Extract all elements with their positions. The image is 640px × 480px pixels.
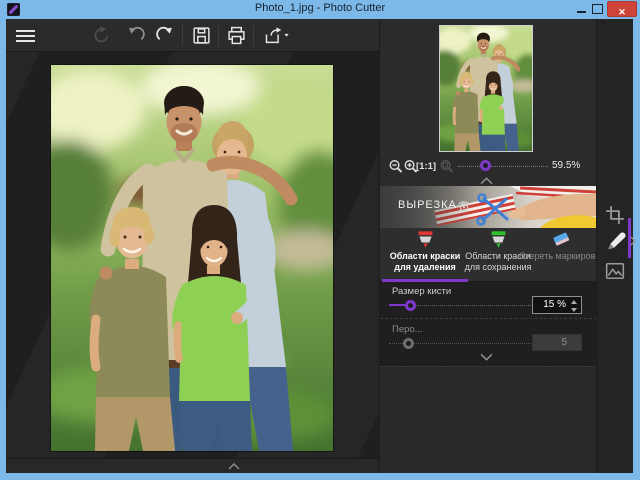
zoom-slider-handle[interactable] xyxy=(480,160,491,171)
undo-button[interactable] xyxy=(127,26,146,45)
section-title: ВЫРЕЗКА xyxy=(398,199,457,211)
save-icon xyxy=(193,27,210,44)
feather-value: 5 xyxy=(561,337,567,348)
reset-button[interactable] xyxy=(92,26,111,45)
zoom-out-icon xyxy=(389,160,403,173)
tab-erase-marking[interactable]: Стереть маркировку xyxy=(519,228,596,282)
close-icon: ✕ xyxy=(618,7,626,17)
minimize-button[interactable] xyxy=(574,3,590,16)
tab-paint-areas-to-remove[interactable]: Области краски для удаления xyxy=(382,228,468,282)
tab-label: Области краски xyxy=(389,251,461,261)
app-window: Photo_1.jpg - Photo Cutter ✕ [1:1] 59.5%… xyxy=(0,0,640,480)
crop-tool-button[interactable] xyxy=(605,205,625,225)
titlebar: Photo_1.jpg - Photo Cutter ✕ xyxy=(0,0,640,19)
actual-size-button[interactable]: [1:1] xyxy=(416,161,436,172)
collapse-options-chevron-icon[interactable] xyxy=(480,353,493,361)
right-panel: [1:1] 59.5% ВЫРЕЗКА Области краски для у… xyxy=(379,19,596,473)
toolbar-separator xyxy=(253,25,254,46)
share-button[interactable] xyxy=(262,26,290,45)
photo-tool-button[interactable] xyxy=(605,262,625,282)
reset-icon xyxy=(94,26,109,43)
main-toolbar xyxy=(6,19,379,52)
undo-icon xyxy=(129,26,145,40)
toolbar-separator xyxy=(218,25,219,46)
separator xyxy=(380,318,596,319)
feather-slider-handle[interactable] xyxy=(403,338,414,349)
tab-label: Стереть маркировку xyxy=(518,251,596,261)
image-icon xyxy=(605,263,625,279)
tool-sidebar xyxy=(596,19,636,473)
spinner-down-icon[interactable] xyxy=(571,306,578,312)
print-button[interactable] xyxy=(227,26,246,45)
tool-tabs: Области краски для удаления Области крас… xyxy=(380,228,596,282)
zoom-out-button[interactable] xyxy=(388,158,403,174)
redo-button[interactable] xyxy=(155,26,174,45)
preview-eye-icon[interactable] xyxy=(456,198,472,214)
collapse-navigator-chevron-icon[interactable] xyxy=(480,177,493,185)
brush-size-slider-handle[interactable] xyxy=(405,300,416,311)
cutout-section-banner: ВЫРЕЗКА xyxy=(380,186,596,228)
close-button[interactable]: ✕ xyxy=(607,1,637,17)
zoom-level-value: 59.5% xyxy=(552,160,581,171)
editor-canvas[interactable] xyxy=(6,52,379,458)
photo-image[interactable] xyxy=(51,65,333,451)
window-title: Photo_1.jpg - Photo Cutter xyxy=(254,2,386,14)
collapse-panel-chevron-icon[interactable] xyxy=(630,236,636,246)
save-button[interactable] xyxy=(192,26,211,45)
panel-empty-area xyxy=(380,367,596,473)
spinner-up-icon[interactable] xyxy=(571,300,578,304)
marker-red-icon xyxy=(418,231,433,248)
toolbar-separator xyxy=(182,25,183,46)
share-icon xyxy=(265,27,289,44)
navigator-thumbnail xyxy=(439,25,533,152)
maximize-button[interactable] xyxy=(592,4,603,14)
cut-pen-tool-button[interactable] xyxy=(605,230,626,250)
brush-size-value: 15 % xyxy=(543,299,566,310)
tab-label: для удаления xyxy=(394,262,456,272)
print-icon xyxy=(228,26,245,45)
tab-label: для сохранения xyxy=(464,262,532,272)
fit-screen-button[interactable] xyxy=(439,158,454,174)
marker-green-icon xyxy=(491,231,506,248)
eraser-icon xyxy=(553,232,570,246)
fit-screen-icon xyxy=(440,160,454,173)
app-logo-icon xyxy=(7,3,20,16)
redo-icon xyxy=(156,26,172,40)
feather-label: Перо... xyxy=(392,324,423,335)
brush-size-input[interactable]: 15 % xyxy=(532,296,582,314)
crop-icon xyxy=(606,206,624,224)
brush-size-label: Размер кисти xyxy=(392,286,452,297)
menu-icon xyxy=(16,30,35,32)
pen-icon xyxy=(608,232,626,250)
bottom-panel-collapsed xyxy=(6,458,379,473)
minimize-icon xyxy=(577,11,586,13)
zoom-slider[interactable] xyxy=(458,166,548,167)
feather-input[interactable]: 5 xyxy=(532,334,582,351)
menu-button[interactable] xyxy=(16,30,35,42)
expand-bottom-chevron-icon[interactable] xyxy=(228,463,240,470)
